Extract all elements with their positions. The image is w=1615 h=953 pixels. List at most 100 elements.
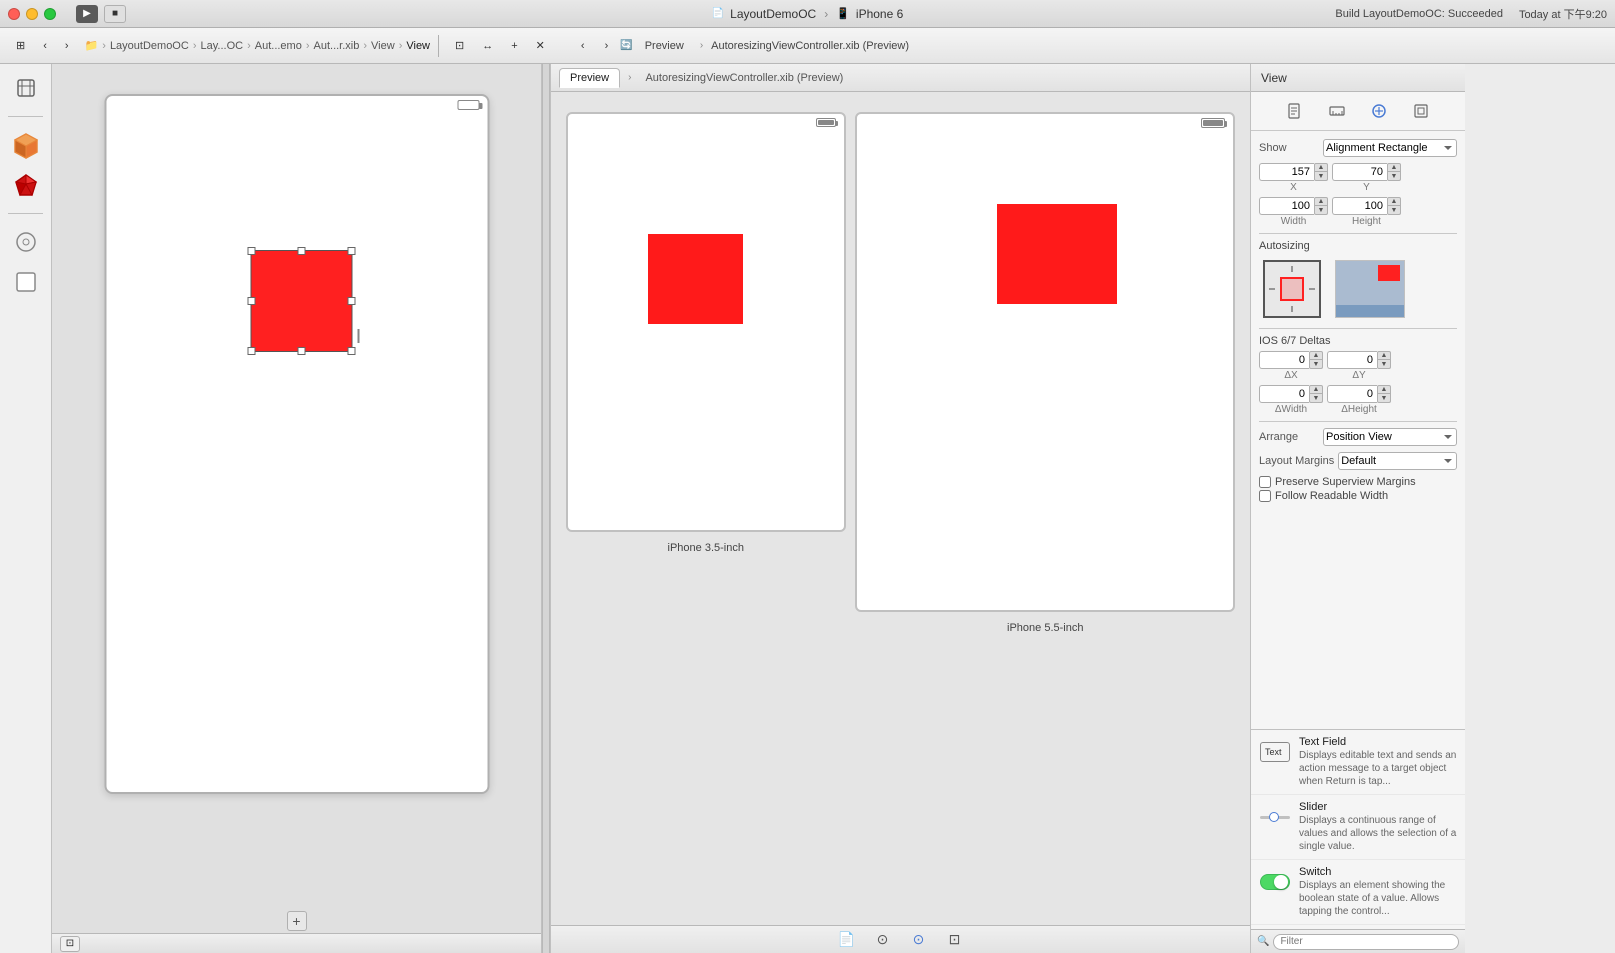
red-square-view[interactable] (251, 251, 351, 351)
x-field: ▲ ▼ X (1259, 163, 1328, 193)
x-stepper-up[interactable]: ▲ (1314, 163, 1328, 172)
tool-3d-cube[interactable] (10, 129, 42, 161)
delta-y-up[interactable]: ▲ (1377, 351, 1391, 360)
close-panel-btn[interactable]: ✕ (528, 36, 553, 55)
delta-h-down[interactable]: ▼ (1377, 394, 1391, 403)
preview-35-label: iPhone 3.5-inch (668, 542, 744, 554)
width-stepper-down[interactable]: ▼ (1314, 206, 1328, 215)
y-stepper-down[interactable]: ▼ (1387, 172, 1401, 181)
grid-view-btn[interactable]: ⊞ (8, 36, 33, 55)
delta-y-input[interactable] (1327, 351, 1377, 369)
breadcrumb-3[interactable]: Aut...emo (255, 40, 302, 52)
right-panel-header: View (1251, 64, 1465, 92)
handle-top-mid[interactable] (297, 247, 305, 255)
tool-selector[interactable] (10, 72, 42, 104)
delta-h-input[interactable] (1327, 385, 1377, 403)
autosizing-widget[interactable] (1263, 260, 1321, 318)
height-field: ▲ ▼ Height (1332, 197, 1401, 227)
delta-x-up[interactable]: ▲ (1309, 351, 1323, 360)
run-button[interactable]: ▶ (76, 5, 98, 23)
handle-top-left[interactable] (247, 247, 255, 255)
width-stepper-up[interactable]: ▲ (1314, 197, 1328, 206)
filter-input[interactable] (1273, 934, 1459, 950)
tab-alt-icon[interactable] (1410, 100, 1432, 122)
delta-x-field: ▲ ▼ ΔX (1259, 351, 1323, 381)
height-stepper-up[interactable]: ▲ (1387, 197, 1401, 206)
tool-gem[interactable] (10, 169, 42, 201)
tab-ruler-icon[interactable] (1326, 100, 1348, 122)
handle-top-right[interactable] (347, 247, 355, 255)
handle-mid-right[interactable] (347, 297, 355, 305)
outline-view-btn[interactable]: ⊡ (60, 936, 80, 952)
handle-bot-left[interactable] (247, 347, 255, 355)
tab-preview-file[interactable]: AutoresizingViewController.xib (Preview) (635, 69, 853, 87)
editor-bottom-bar: ⊡ (52, 933, 541, 953)
panel-divider[interactable] (542, 64, 550, 953)
show-dropdown[interactable]: Alignment Rectangle (1323, 139, 1457, 157)
delta-y-down[interactable]: ▼ (1377, 360, 1391, 369)
preview-nav-forward[interactable]: › (597, 37, 617, 55)
preview-tool-circle-active[interactable]: ⊙ (909, 930, 929, 950)
add-scene-btn[interactable]: + (287, 911, 307, 931)
tool-circle[interactable] (10, 226, 42, 258)
close-button[interactable] (8, 8, 20, 20)
divider-1 (1259, 233, 1457, 234)
delta-h-up[interactable]: ▲ (1377, 385, 1391, 394)
delta-w-input[interactable] (1259, 385, 1309, 403)
breadcrumb-root[interactable]: 📁 (85, 39, 99, 52)
delta-w-up[interactable]: ▲ (1309, 385, 1323, 394)
forward-btn[interactable]: › (57, 37, 77, 55)
back-btn[interactable]: ‹ (35, 37, 55, 55)
preview-tool-doc[interactable]: 📄 (837, 930, 857, 950)
stop-button[interactable]: ■ (104, 5, 126, 23)
y-input[interactable] (1332, 163, 1387, 181)
preview-phone-35-frame (566, 112, 846, 532)
breadcrumb-1[interactable]: LayoutDemoOC (110, 40, 189, 52)
editor-only-btn[interactable]: ⊡ (447, 36, 472, 55)
arrange-label: Arrange (1259, 431, 1319, 443)
width-input[interactable] (1259, 197, 1314, 215)
breadcrumb-5[interactable]: View (371, 40, 395, 52)
delta-w-down[interactable]: ▼ (1309, 394, 1323, 403)
xy-row: ▲ ▼ X ▲ ▼ Y (1259, 163, 1457, 193)
preview-content: iPhone 3.5-inch iPhone 5.5-inch (551, 92, 1250, 925)
fullscreen-button[interactable] (44, 8, 56, 20)
handle-bot-mid[interactable] (297, 347, 305, 355)
cursor-indicator (357, 329, 359, 343)
height-stepper-down[interactable]: ▼ (1387, 206, 1401, 215)
breadcrumb-current[interactable]: View (406, 40, 430, 52)
handle-bot-right[interactable] (347, 347, 355, 355)
delta-x-input[interactable] (1259, 351, 1309, 369)
breadcrumb-4[interactable]: Aut...r.xib (314, 40, 360, 52)
add-btn[interactable]: + (503, 37, 525, 55)
tab-size-icon[interactable] (1368, 100, 1390, 122)
delta-w-label: ΔWidth (1266, 404, 1316, 415)
preview-tool-square[interactable]: ⊡ (945, 930, 965, 950)
preview-tool-arrow[interactable]: ⊙ (873, 930, 893, 950)
breadcrumb: 📁 › LayoutDemoOC › Lay...OC › Aut...emo … (85, 39, 430, 52)
tab-file-icon[interactable] (1284, 100, 1306, 122)
delta-x-down[interactable]: ▼ (1309, 360, 1323, 369)
y-stepper-up[interactable]: ▲ (1387, 163, 1401, 172)
slider-title: Slider (1299, 801, 1457, 813)
tool-square[interactable] (10, 266, 42, 298)
canvas-panel[interactable]: + ⊡ (52, 64, 541, 953)
tab-preview[interactable]: Preview (559, 68, 620, 88)
breadcrumb-2[interactable]: Lay...OC (200, 40, 243, 52)
nav-btn[interactable]: ↔ (474, 37, 501, 55)
battery-icon (457, 100, 479, 110)
handle-mid-left[interactable] (247, 297, 255, 305)
preview-nav-back[interactable]: ‹ (573, 37, 593, 55)
x-input[interactable] (1259, 163, 1314, 181)
x-stepper-down[interactable]: ▼ (1314, 172, 1328, 181)
follow-readable-checkbox[interactable] (1259, 490, 1271, 502)
arrange-dropdown[interactable]: Position View (1323, 428, 1457, 446)
preserve-margins-checkbox[interactable] (1259, 476, 1271, 488)
window-title: 📄 LayoutDemoOC › 📱 iPhone 6 (712, 7, 904, 21)
height-input[interactable] (1332, 197, 1387, 215)
x-field-label: X (1269, 182, 1319, 193)
minimize-button[interactable] (26, 8, 38, 20)
slider-desc: Displays a continuous range of values an… (1299, 814, 1457, 853)
object-library: Text Text Field Displays editable text a… (1251, 729, 1465, 929)
layout-margins-dropdown[interactable]: Default (1338, 452, 1457, 470)
